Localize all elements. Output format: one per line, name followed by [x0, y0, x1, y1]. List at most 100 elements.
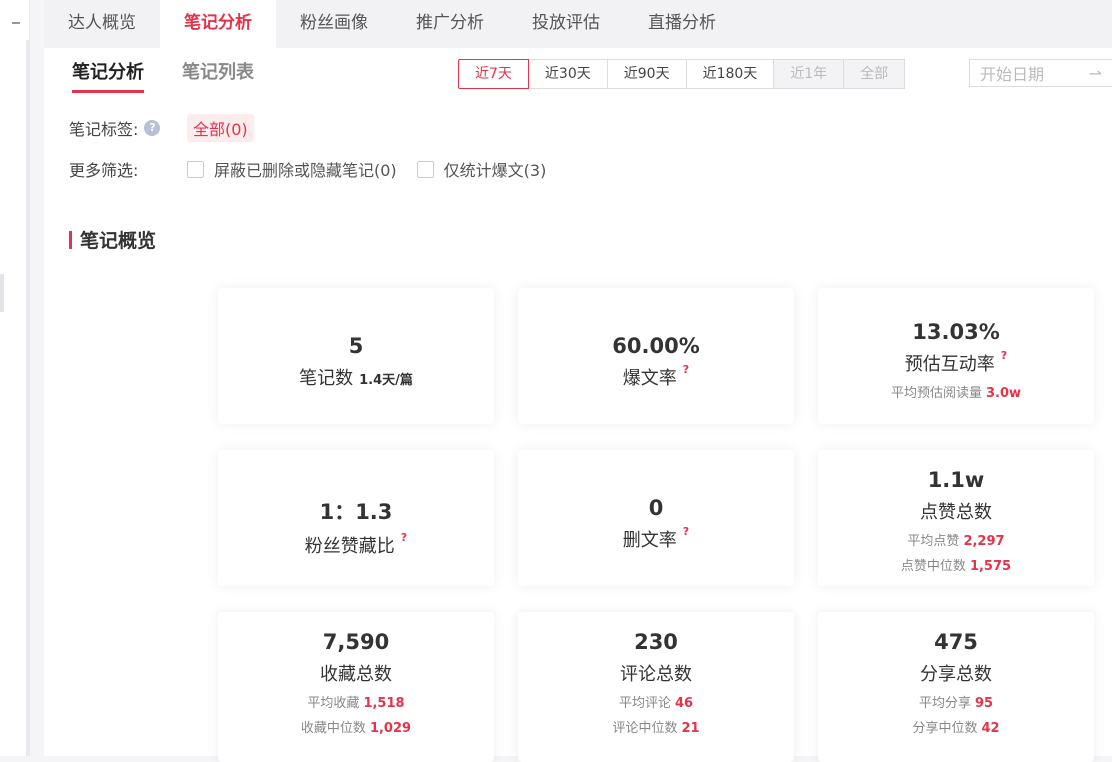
viral-only-checkbox[interactable]: 仅统计爆文(3) [416, 157, 547, 181]
card-name: 收藏总数 [320, 664, 392, 685]
card-sub: 评论中位数 21 [518, 717, 794, 736]
sub-label: 平均分享 [918, 696, 971, 711]
card-value: 475 [934, 630, 978, 654]
arrow-right-icon: ⇀ [1088, 63, 1102, 83]
tag-filter-label: 笔记标签: [69, 120, 139, 139]
card-name: 粉丝赞藏比 [304, 536, 395, 557]
range-1y-button[interactable]: 近1年 [774, 59, 845, 89]
help-icon[interactable]: ? [144, 120, 161, 136]
card-sub: 平均预估阅读量 3.0w [818, 382, 1094, 401]
help-icon[interactable]: ? [683, 526, 689, 537]
left-sidebar [0, 0, 30, 756]
sub-value: 46 [674, 696, 694, 711]
tab-live[interactable]: 直播分析 [624, 0, 740, 48]
more-filter-label: 更多筛选: [69, 161, 139, 180]
sidebar-handle[interactable] [0, 274, 4, 312]
start-date-input[interactable]: 开始日期 ⇀ [969, 59, 1112, 87]
card-sub: 平均点赞 2,297 [818, 530, 1094, 549]
top-tab-bar: 达人概览 笔记分析 粉丝画像 推广分析 投放评估 直播分析 [44, 0, 1112, 48]
range-30d-button[interactable]: 近30天 [528, 59, 608, 89]
sub-label: 收藏中位数 [300, 721, 366, 736]
hide-deleted-checkbox[interactable]: 屏蔽已删除或隐藏笔记(0) [187, 157, 397, 181]
card-name: 点赞总数 [920, 502, 992, 523]
card-sub: 平均分享 95 [818, 692, 1094, 711]
tab-promotion[interactable]: 推广分析 [392, 0, 508, 48]
card-sub: 平均收藏 1,518 [218, 692, 494, 711]
sub-label: 平均评论 [618, 696, 671, 711]
card-likes: 1.1w 点赞总数 平均点赞 2,297 点赞中位数 1,575 [818, 450, 1094, 586]
card-extra: 1.4天/篇 [359, 373, 413, 388]
card-value: 0 [648, 496, 664, 520]
card-value: 1：1.3 [319, 500, 393, 524]
card-value: 5 [348, 334, 364, 358]
sub-value: 42 [981, 721, 1000, 736]
tab-evaluation[interactable]: 投放评估 [508, 0, 624, 48]
range-all-button[interactable]: 全部 [844, 59, 906, 89]
more-filter-row: 更多筛选: 屏蔽已删除或隐藏笔记(0) 仅统计爆文(3) [69, 157, 566, 181]
card-collects: 7,590 收藏总数 平均收藏 1,518 收藏中位数 1,029 [218, 612, 494, 762]
card-value: 230 [634, 630, 678, 654]
sub-value: 95 [974, 696, 994, 711]
card-label: 笔记数 1.4天/篇 [299, 364, 413, 390]
card-engagement-rate: 13.03% 预估互动率 ? 平均预估阅读量 3.0w [818, 288, 1094, 424]
card-label: 预估互动率 ? [905, 350, 1007, 376]
card-label: 分享总数 [920, 660, 992, 686]
range-7d-button[interactable]: 近7天 [458, 59, 529, 89]
sub-label: 平均点赞 [907, 534, 960, 549]
checkbox-box[interactable] [187, 160, 204, 178]
card-name: 删文率 [622, 530, 677, 551]
help-icon[interactable]: ? [1001, 350, 1007, 361]
card-sub: 收藏中位数 1,029 [218, 717, 494, 736]
card-label: 点赞总数 [920, 498, 992, 524]
card-value: 13.03% [912, 320, 1000, 344]
sidebar-scrollbar[interactable] [26, 40, 30, 756]
start-date-placeholder: 开始日期 [980, 65, 1045, 84]
sub-label: 平均收藏 [307, 696, 360, 711]
range-180d-button[interactable]: 近180天 [686, 59, 775, 89]
heading-accent-bar [69, 230, 72, 249]
card-label: 删文率 ? [623, 526, 689, 552]
card-label: 粉丝赞藏比 ? [305, 532, 407, 558]
card-viral-rate: 60.00% 爆文率 ? [518, 288, 794, 424]
collapse-icon[interactable] [12, 22, 20, 24]
card-name: 预估互动率 [904, 354, 995, 375]
sub-label: 平均预估阅读量 [890, 386, 982, 401]
help-icon[interactable]: ? [683, 364, 689, 375]
subtab-note-analysis[interactable]: 笔记分析 [72, 58, 144, 93]
tab-fan-profile[interactable]: 粉丝画像 [276, 0, 392, 48]
card-name: 评论总数 [620, 664, 692, 685]
checkbox-box[interactable] [416, 160, 434, 178]
tab-note-analysis[interactable]: 笔记分析 [160, 0, 276, 48]
sub-value: 2,297 [963, 534, 1005, 549]
card-label: 收藏总数 [320, 660, 392, 686]
sub-value: 21 [681, 721, 700, 736]
sub-tab-bar: 笔记分析 笔记列表 [72, 58, 254, 93]
card-label: 爆文率 ? [623, 364, 689, 390]
sub-value: 3.0w [985, 386, 1022, 401]
card-sub: 点赞中位数 1,575 [818, 555, 1094, 574]
card-comments: 230 评论总数 平均评论 46 评论中位数 21 [518, 612, 794, 762]
viral-only-label: 仅统计爆文(3) [443, 161, 547, 180]
sub-value: 1,029 [369, 721, 412, 736]
card-sub: 平均评论 46 [518, 692, 794, 711]
subtab-note-list[interactable]: 笔记列表 [182, 58, 254, 93]
help-icon[interactable]: ? [401, 532, 407, 543]
card-note-count: 5 笔记数 1.4天/篇 [218, 288, 494, 424]
card-sub: 分享中位数 42 [818, 717, 1094, 736]
tag-all-chip[interactable]: 全部(0) [187, 114, 254, 142]
range-90d-button[interactable]: 近90天 [607, 59, 687, 89]
section-heading: 笔记概览 [69, 226, 156, 253]
card-value: 7,590 [322, 630, 390, 654]
card-name: 笔记数 [299, 368, 354, 389]
sub-label: 点赞中位数 [900, 559, 966, 574]
card-value: 60.00% [612, 334, 700, 358]
sub-label: 分享中位数 [912, 721, 978, 736]
card-fan-like-ratio: 1：1.3 粉丝赞藏比 ? [218, 450, 494, 586]
sub-value: 1,518 [363, 696, 405, 711]
tag-filter-row: 笔记标签: ? 全部(0) [69, 114, 254, 142]
main-panel: 笔记分析 笔记列表 近7天 近30天 近90天 近180天 近1年 全部 开始日… [44, 48, 1112, 762]
card-value: 1.1w [927, 468, 985, 492]
hide-deleted-label: 屏蔽已删除或隐藏笔记(0) [214, 161, 397, 180]
tab-overview[interactable]: 达人概览 [44, 0, 160, 48]
card-delete-rate: 0 删文率 ? [518, 450, 794, 586]
